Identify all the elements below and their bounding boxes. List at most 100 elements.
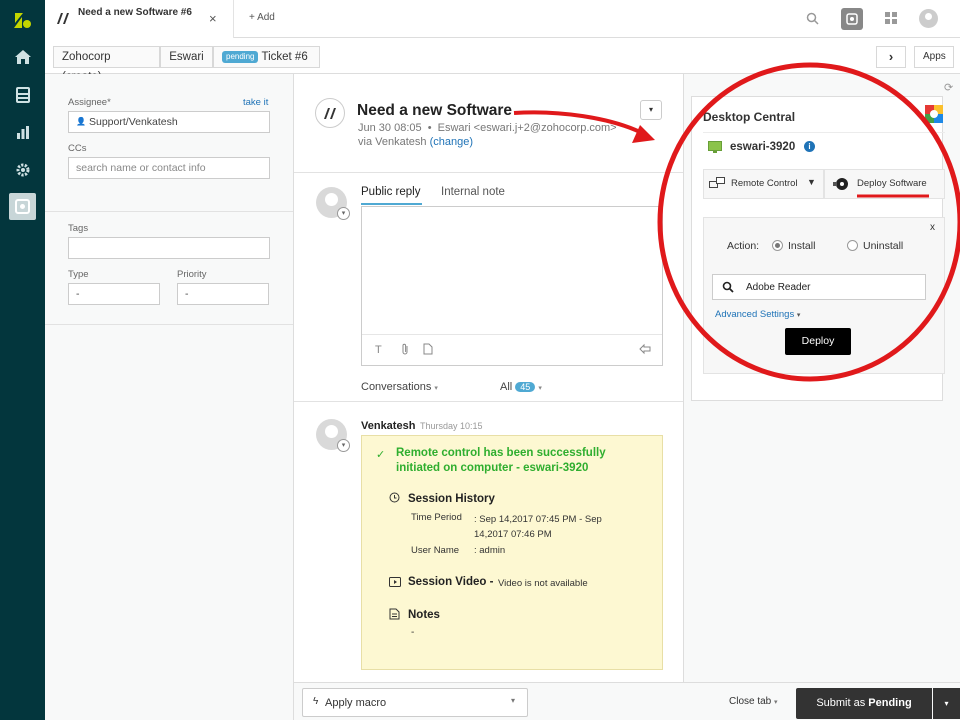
computer-name[interactable]: eswari-3920: [730, 141, 795, 153]
close-tab-label: Close tab: [729, 696, 772, 707]
conversations-filter-label: Conversations: [361, 381, 432, 393]
ticket-via: via Venkatesh (change): [358, 136, 473, 148]
type-label: Type: [68, 269, 89, 280]
expand-apps-button[interactable]: ›: [876, 46, 906, 68]
app-tray-icon[interactable]: [841, 8, 863, 30]
software-search-value: Adobe Reader: [746, 282, 811, 293]
change-link[interactable]: (change): [430, 136, 473, 148]
ticket-tab[interactable]: Need a new Software #6 ×: [45, 0, 234, 38]
divider: [45, 324, 293, 325]
advanced-settings-link[interactable]: Advanced Settings ▾: [715, 309, 800, 320]
priority-label: Priority: [177, 269, 207, 280]
avatar-badge-icon: ▾: [337, 439, 350, 452]
all-filter[interactable]: All 45 ▾: [500, 381, 542, 393]
user-name-label: User Name: [411, 545, 460, 556]
apps-panel: ⟳ Desktop Central eswari-3920 i Remote C…: [684, 74, 960, 720]
ticket-tab-icon: [56, 11, 70, 25]
zendesk-logo-icon[interactable]: [9, 6, 36, 33]
time-period-label: Time Period: [411, 512, 462, 523]
type-select[interactable]: -: [68, 283, 160, 305]
breadcrumb-requester[interactable]: Eswari: [160, 46, 213, 68]
add-tab-button[interactable]: + Add: [249, 12, 275, 23]
ticket-subject[interactable]: Need a new Software: [357, 102, 512, 120]
tags-label: Tags: [68, 223, 89, 234]
submit-button[interactable]: Submit as Pending: [796, 688, 932, 719]
comment-author[interactable]: Venkatesh: [361, 420, 415, 432]
success-check-icon: ✓: [376, 449, 386, 461]
reporting-icon[interactable]: [9, 118, 36, 145]
close-tab-icon[interactable]: ×: [209, 11, 217, 26]
remote-control-label: Remote Control: [731, 178, 798, 189]
breadcrumb-org[interactable]: Zohocorp (create): [53, 46, 160, 83]
apply-macro-label: Apply macro: [325, 697, 387, 709]
top-bar: Need a new Software #6 × + Add: [45, 0, 960, 38]
info-icon[interactable]: i: [804, 141, 815, 152]
document-icon[interactable]: [423, 343, 433, 355]
success-message: Remote control has been successfully ini…: [396, 447, 606, 474]
user-name-value: : admin: [474, 545, 506, 556]
tab-internal-note[interactable]: Internal note: [441, 186, 505, 198]
ccs-input[interactable]: search name or contact info: [68, 157, 270, 179]
lightning-icon: ϟ: [313, 696, 319, 707]
apps-button[interactable]: Apps: [914, 46, 954, 68]
status-badge: pending: [222, 51, 259, 63]
reply-editor[interactable]: T: [361, 206, 663, 366]
assignee-field[interactable]: 👤 Support/Venkatesh: [68, 111, 270, 133]
advanced-settings-label: Advanced Settings: [715, 309, 795, 320]
tags-input[interactable]: [68, 237, 270, 259]
admin-gear-icon[interactable]: [9, 156, 36, 183]
divider: [294, 172, 683, 173]
expand-editor-icon[interactable]: [639, 343, 652, 355]
assignee-label: Assignee*: [68, 97, 111, 108]
notes-icon: [389, 608, 400, 620]
close-tab-button[interactable]: Close tab ▾: [729, 696, 778, 707]
clock-icon: [389, 492, 400, 503]
user-avatar-icon[interactable]: [919, 9, 938, 28]
ticket-meta: Jun 30 08:05 • Eswari <eswari.j+2@zohoco…: [358, 122, 617, 134]
text-format-icon[interactable]: T: [375, 344, 382, 356]
comment-time: Thursday 10:15: [420, 421, 483, 431]
views-icon[interactable]: [9, 81, 36, 108]
deploy-form: x Action: Install Uninstall Adobe Reader…: [703, 217, 945, 374]
refresh-icon[interactable]: ⟳: [944, 81, 953, 94]
deploy-software-icon: [833, 177, 849, 191]
products-grid-icon[interactable]: [885, 12, 897, 24]
conversations-filter[interactable]: Conversations ▾: [361, 381, 438, 393]
desktop-central-app-icon[interactable]: [9, 193, 36, 220]
video-note: Video is not available: [498, 578, 588, 589]
tab-public-reply[interactable]: Public reply: [361, 186, 420, 198]
ticket-options-dropdown[interactable]: ▾: [640, 100, 662, 120]
divider: [294, 401, 683, 402]
take-it-link[interactable]: take it: [243, 97, 268, 108]
software-search-input[interactable]: Adobe Reader: [712, 274, 926, 300]
video-icon: [389, 577, 401, 587]
avatar-badge-icon: ▾: [337, 207, 350, 220]
all-filter-label: All: [500, 381, 513, 393]
conversation-panel: Need a new Software Jun 30 08:05 • Eswar…: [294, 74, 684, 720]
breadcrumb-ticket-label: Ticket #6: [261, 51, 308, 63]
ticket-tab-title: Need a new Software #6: [78, 7, 192, 18]
ticket-logo-icon: [315, 98, 345, 128]
apply-macro-dropdown[interactable]: ϟ Apply macro ▾: [302, 688, 528, 717]
assignee-value: Support/Venkatesh: [89, 116, 178, 128]
remote-control-button[interactable]: Remote Control ▼: [703, 169, 824, 199]
breadcrumb-ticket[interactable]: pending Ticket #6: [213, 46, 320, 68]
submit-status: Pending: [868, 697, 912, 709]
install-radio[interactable]: [772, 240, 783, 251]
home-icon[interactable]: [9, 43, 36, 70]
deploy-software-button[interactable]: Deploy Software: [824, 169, 945, 199]
search-icon[interactable]: [806, 12, 819, 25]
chevron-down-icon: ▼: [807, 177, 816, 187]
bottom-bar: ϟ Apply macro ▾ Close tab ▾ Submit as Pe…: [294, 682, 960, 720]
notes-value: -: [411, 627, 415, 638]
ticket-date: Jun 30 08:05: [358, 122, 422, 134]
uninstall-radio[interactable]: [847, 240, 858, 251]
priority-select[interactable]: -: [177, 283, 269, 305]
attachment-icon[interactable]: [400, 343, 410, 356]
submit-options-chevron-icon[interactable]: ▾: [933, 688, 960, 719]
dc-title: Desktop Central: [703, 110, 796, 124]
tab-underline: [361, 203, 422, 205]
uninstall-label: Uninstall: [863, 240, 904, 252]
deploy-button[interactable]: Deploy: [785, 328, 851, 355]
close-form-icon[interactable]: x: [930, 222, 935, 233]
